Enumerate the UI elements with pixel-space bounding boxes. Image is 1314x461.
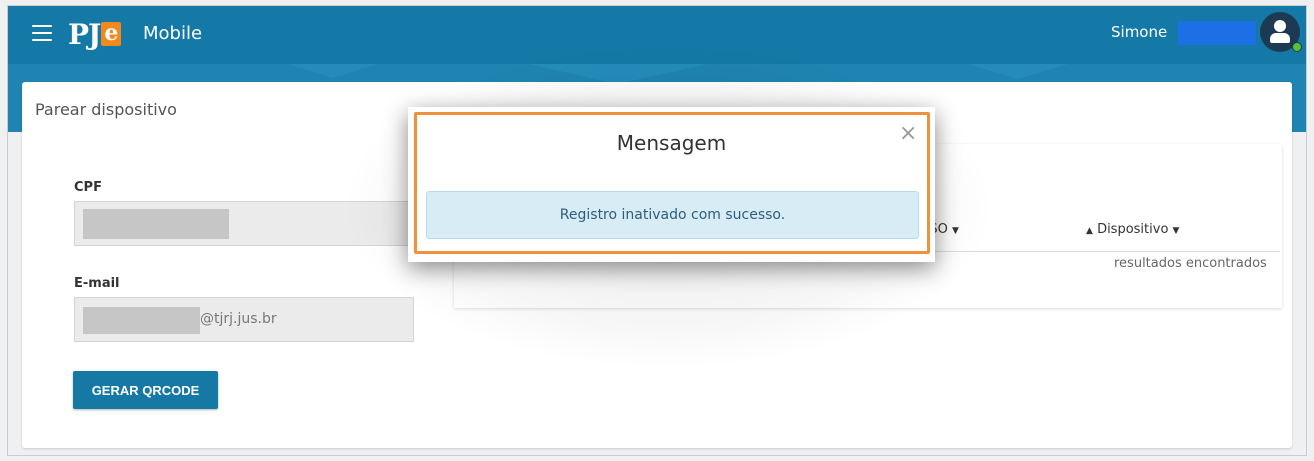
cpf-field[interactable] [74, 201, 414, 246]
email-redaction [83, 307, 200, 334]
generate-qrcode-button[interactable]: GERAR QRCODE [73, 371, 218, 409]
logo-accent: e [101, 22, 122, 46]
pje-logo[interactable]: PJ e [68, 17, 122, 51]
user-name-redaction [1178, 21, 1256, 45]
modal-title: Mensagem [616, 131, 727, 155]
table-divider [928, 251, 1280, 252]
caret-down-icon: ▼ [951, 226, 959, 236]
card-title: Parear dispositivo [35, 100, 177, 119]
online-status-dot [1292, 42, 1302, 52]
email-domain: @tjrj.jus.br [200, 311, 277, 327]
user-name[interactable]: Simone [1111, 23, 1167, 41]
logo-text: PJ [68, 17, 101, 51]
column-device-label: Dispositivo [1097, 222, 1169, 237]
app-frame: PJ e Mobile Simone Parear dispositivo CP… [7, 5, 1307, 456]
column-header-device[interactable]: ▲ Dispositivo ▼ [1086, 222, 1179, 237]
top-navbar: PJ e Mobile Simone [8, 6, 1306, 64]
close-icon[interactable]: × [899, 123, 917, 145]
email-field[interactable]: @tjrj.jus.br [74, 297, 414, 342]
cpf-label: CPF [74, 180, 102, 195]
success-alert: Registro inativado com sucesso. [426, 191, 919, 239]
caret-down-icon: ▼ [1172, 226, 1180, 236]
menu-icon[interactable] [32, 25, 52, 41]
email-label: E-mail [74, 276, 120, 291]
cpf-redaction [83, 209, 229, 239]
sort-up-icon: ▲ [1086, 226, 1093, 236]
app-name: Mobile [143, 23, 203, 44]
user-avatar-icon[interactable] [1260, 12, 1302, 52]
alert-message: Registro inativado com sucesso. [559, 207, 786, 223]
results-count-text: resultados encontrados [1114, 256, 1267, 271]
message-modal: Mensagem × Registro inativado com sucess… [408, 107, 935, 262]
